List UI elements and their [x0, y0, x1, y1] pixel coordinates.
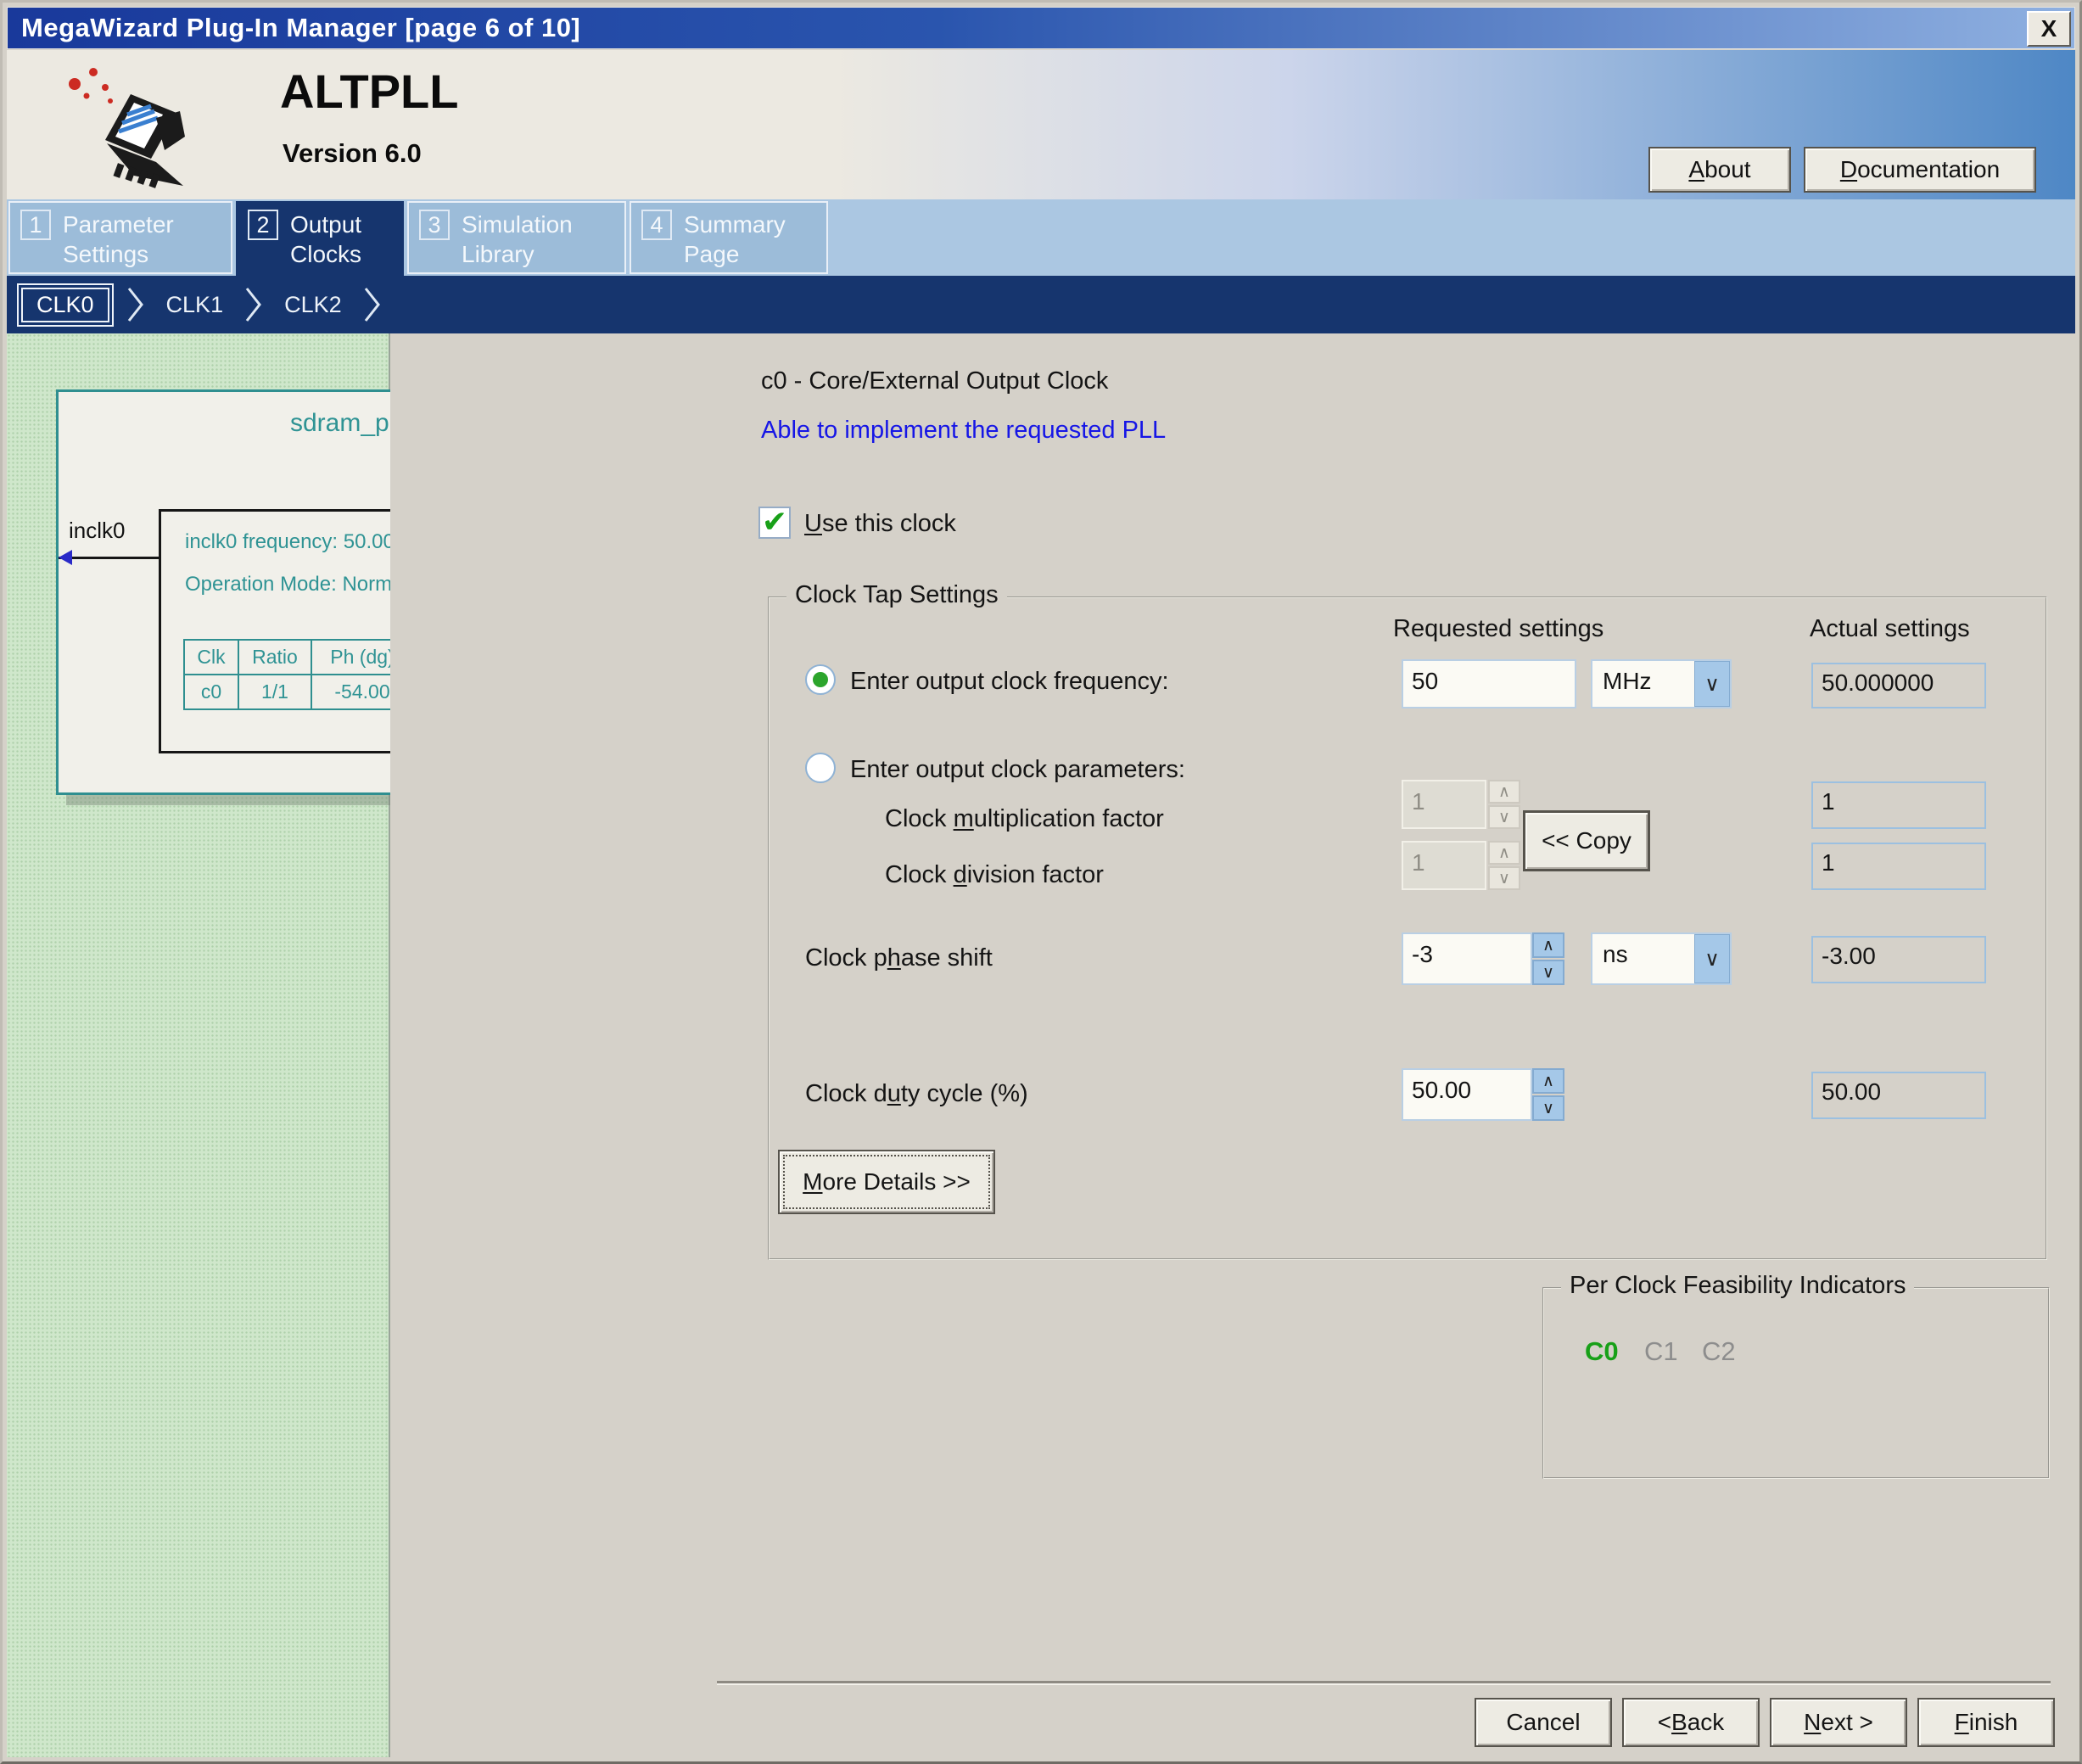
- group-title: Clock Tap Settings: [786, 581, 1007, 609]
- clk-tab-clk1[interactable]: CLK1: [166, 292, 224, 318]
- clock-tap-settings-group: Clock Tap Settings Requested settings Ac…: [768, 596, 2047, 1260]
- use-this-clock-label: Use this clock: [804, 510, 956, 538]
- use-this-clock-checkbox[interactable]: ✔: [758, 507, 791, 539]
- tab-label: SummaryPage: [684, 210, 786, 266]
- selected-unit: MHz: [1592, 661, 1694, 707]
- more-details-button[interactable]: More Details >>: [778, 1150, 995, 1214]
- enter-frequency-label: Enter output clock frequency:: [850, 668, 1169, 696]
- phase-shift-label: Clock phase shift: [805, 944, 993, 972]
- spin-up-icon[interactable]: ∧: [1532, 932, 1564, 958]
- multiplication-factor-label: Clock multiplication factor: [885, 805, 1164, 833]
- feasibility-indicator-c0: C0: [1585, 1336, 1619, 1367]
- spin-up-icon[interactable]: ∧: [1488, 841, 1520, 865]
- about-button[interactable]: About: [1648, 147, 1791, 193]
- tab-number: 2: [248, 210, 278, 240]
- duty-actual-value: 50.00: [1811, 1072, 1986, 1119]
- tab-summary-page[interactable]: 4 SummaryPage: [630, 201, 828, 274]
- app-name: ALTPLL: [280, 64, 458, 119]
- multiplication-factor-input[interactable]: 1: [1402, 780, 1486, 829]
- tab-output-clocks[interactable]: 2 OutputClocks: [236, 201, 404, 286]
- page-title: c0 - Core/External Output Clock: [761, 367, 1108, 395]
- dropdown-arrow-icon[interactable]: ∨: [1694, 934, 1730, 983]
- duty-cycle-input[interactable]: 50.00: [1402, 1068, 1532, 1121]
- enter-parameters-radio[interactable]: [805, 753, 836, 783]
- table-cell: 1/1: [238, 675, 311, 709]
- enter-parameters-label: Enter output clock parameters:: [850, 756, 1185, 784]
- inclk0-arrow-icon: [59, 550, 72, 565]
- documentation-button[interactable]: Documentation: [1804, 147, 2036, 193]
- phase-actual-value: -3.00: [1811, 936, 1986, 983]
- pll-status-message: Able to implement the requested PLL: [761, 417, 1166, 445]
- inclk0-port-wire: [59, 557, 159, 559]
- duty-cycle-label: Clock duty cycle (%): [805, 1080, 1028, 1108]
- phase-unit-select[interactable]: ns ∨: [1591, 932, 1732, 985]
- megawizard-logo-icon: [56, 59, 226, 193]
- feasibility-indicator-c2: C2: [1702, 1336, 1736, 1367]
- division-factor-spinner[interactable]: ∧ ∨: [1488, 841, 1520, 890]
- duty-cycle-spinner[interactable]: ∧ ∨: [1532, 1068, 1564, 1121]
- clk-tab-clk0[interactable]: CLK0: [17, 283, 114, 327]
- selected-unit: ns: [1592, 934, 1694, 983]
- header-banner: ALTPLL Version 6.0 About Documentation: [7, 50, 2075, 199]
- multiplication-actual-value: 1: [1811, 781, 1986, 829]
- tab-simulation-library[interactable]: 3 SimulationLibrary: [407, 201, 626, 274]
- footer-separator: [717, 1681, 2051, 1683]
- close-icon: X: [2041, 17, 2057, 41]
- tab-number: 4: [641, 210, 672, 240]
- feasibility-indicators-group: Per Clock Feasibility Indicators C0 C1 C…: [1542, 1287, 2050, 1479]
- window-title: MegaWizard Plug-In Manager [page 6 of 10…: [8, 13, 580, 43]
- close-button[interactable]: X: [2027, 11, 2071, 47]
- frequency-input[interactable]: 50: [1402, 659, 1576, 708]
- tab-label: SimulationLibrary: [462, 210, 573, 266]
- actual-settings-header: Actual settings: [1810, 615, 1970, 643]
- tab-label: OutputClocks: [290, 210, 361, 277]
- division-actual-value: 1: [1811, 843, 1986, 890]
- phase-shift-input[interactable]: -3: [1402, 932, 1532, 985]
- chevron-separator-icon: [243, 285, 264, 324]
- chevron-separator-icon: [126, 285, 146, 324]
- frequency-actual-value: 50.000000: [1811, 663, 1986, 708]
- cancel-button[interactable]: Cancel: [1475, 1698, 1612, 1747]
- spin-up-icon[interactable]: ∧: [1532, 1068, 1564, 1094]
- group-title: Per Clock Feasibility Indicators: [1561, 1272, 1914, 1300]
- diagram-panel: sdram_pll inclk0 c0 inclk0 frequency: 50…: [7, 333, 390, 1757]
- table-header-cell: Clk: [184, 640, 238, 675]
- next-button[interactable]: Next >: [1770, 1698, 1907, 1747]
- main-content: c0 - Core/External Output Clock Able to …: [390, 333, 2075, 1757]
- dropdown-arrow-icon[interactable]: ∨: [1694, 661, 1730, 707]
- inclk0-port-label: inclk0: [69, 518, 125, 544]
- table-cell: c0: [184, 675, 238, 709]
- copy-button[interactable]: << Copy: [1523, 810, 1650, 871]
- app-version: Version 6.0: [283, 138, 422, 169]
- spin-down-icon[interactable]: ∨: [1532, 960, 1564, 985]
- tab-label: ParameterSettings: [63, 210, 174, 266]
- multiplication-factor-spinner[interactable]: ∧ ∨: [1488, 780, 1520, 829]
- title-bar[interactable]: MegaWizard Plug-In Manager [page 6 of 10…: [7, 7, 2075, 49]
- wizard-tab-bar: 1 ParameterSettings 2 OutputClocks 3 Sim…: [7, 199, 2075, 276]
- back-button[interactable]: < Back: [1622, 1698, 1760, 1747]
- division-factor-label: Clock division factor: [885, 861, 1104, 889]
- division-factor-input[interactable]: 1: [1402, 841, 1486, 890]
- clk-tab-clk2[interactable]: CLK2: [284, 292, 342, 318]
- table-header-cell: Ratio: [238, 640, 311, 675]
- frequency-unit-select[interactable]: MHz ∨: [1591, 659, 1732, 708]
- spin-down-icon[interactable]: ∨: [1488, 805, 1520, 829]
- enter-frequency-radio[interactable]: [805, 664, 836, 695]
- phase-shift-spinner[interactable]: ∧ ∨: [1532, 932, 1564, 985]
- checkmark-icon: ✔: [762, 507, 787, 538]
- spin-up-icon[interactable]: ∧: [1488, 780, 1520, 804]
- spin-down-icon[interactable]: ∨: [1488, 866, 1520, 890]
- tab-parameter-settings[interactable]: 1 ParameterSettings: [8, 201, 232, 274]
- tab-number: 1: [20, 210, 51, 240]
- feasibility-indicator-c1: C1: [1644, 1336, 1678, 1367]
- megawizard-window: MegaWizard Plug-In Manager [page 6 of 10…: [0, 0, 2082, 1764]
- chevron-separator-icon: [362, 285, 383, 324]
- requested-settings-header: Requested settings: [1393, 615, 1603, 643]
- finish-button[interactable]: Finish: [1917, 1698, 2055, 1747]
- spin-down-icon[interactable]: ∨: [1532, 1095, 1564, 1121]
- operation-mode-text: Operation Mode: Normal: [185, 573, 408, 596]
- tab-number: 3: [419, 210, 450, 240]
